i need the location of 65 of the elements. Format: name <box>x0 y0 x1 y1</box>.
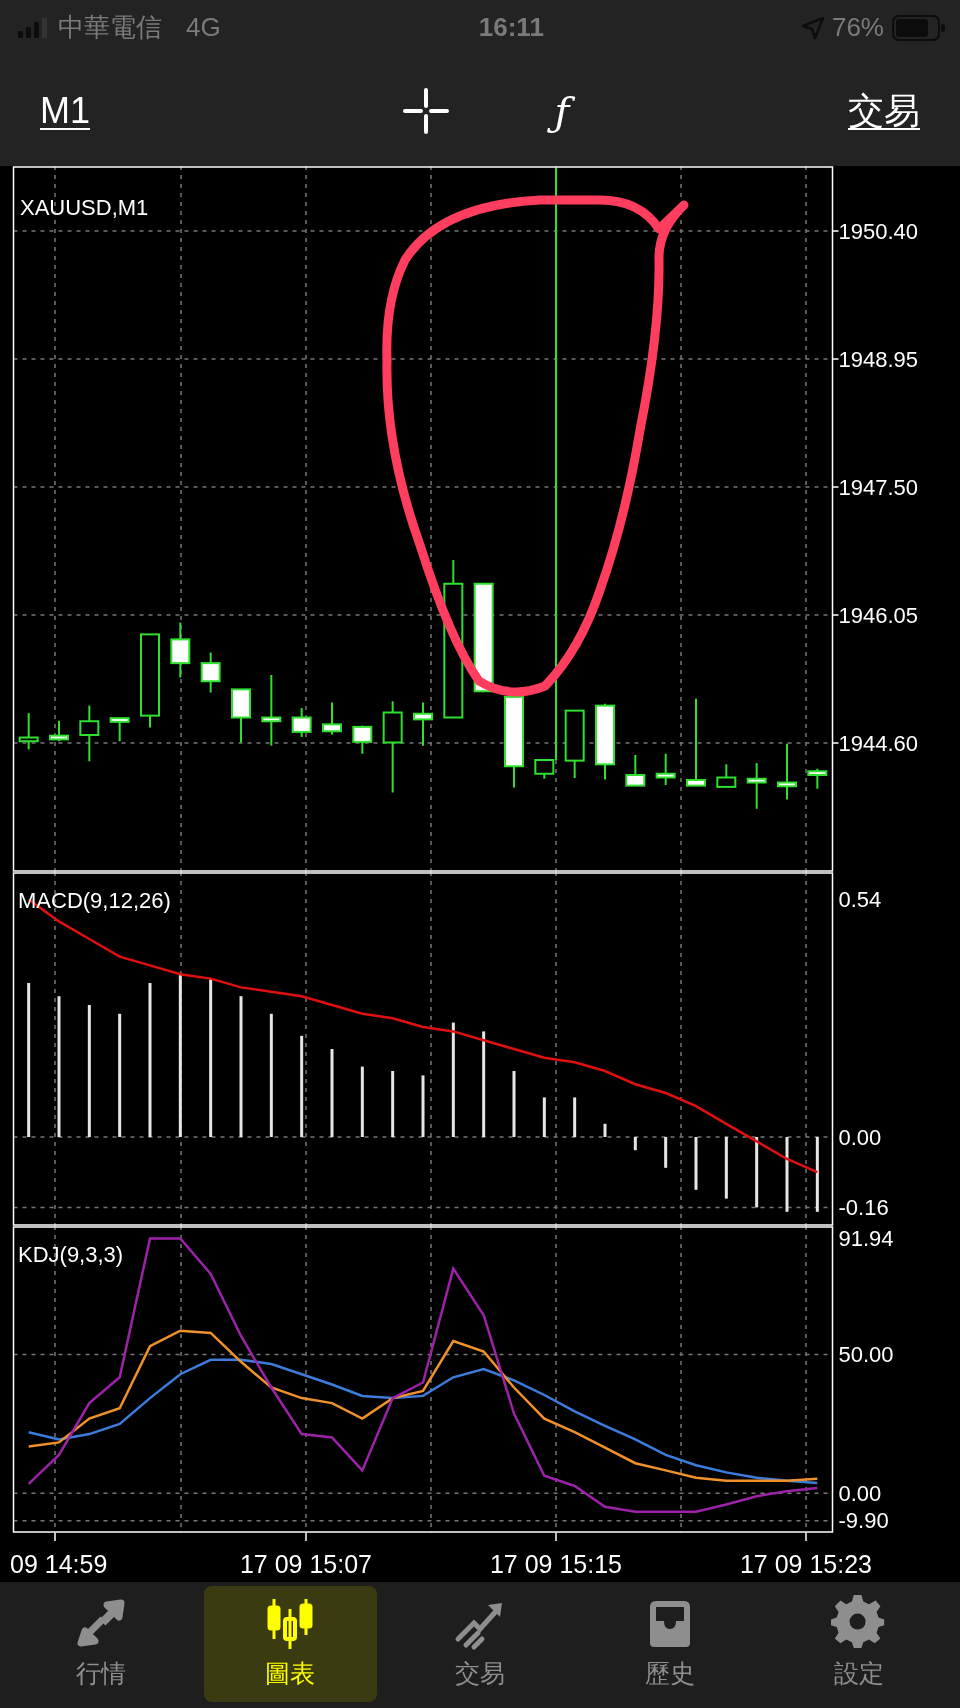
candlestick <box>170 621 191 679</box>
candlestick <box>322 701 342 736</box>
price-label: 1947.50 <box>838 475 919 500</box>
chart-title: KDJ(9,3,3) <box>18 1242 124 1267</box>
time-label: 09 14:59 <box>10 1550 108 1578</box>
time-label: 17 09 15:15 <box>489 1550 623 1578</box>
indicator-button[interactable]: ƒ <box>548 80 576 141</box>
location-icon <box>801 16 824 39</box>
histogram-bar <box>542 1097 546 1137</box>
time-label: 17 09 15:07 <box>239 1550 373 1578</box>
price-label: 1946.05 <box>838 603 919 628</box>
time-label: 17 09 15:23 <box>739 1550 873 1578</box>
axis-label: 0.00 <box>838 1480 882 1506</box>
tab-item[interactable]: 行情 <box>14 1586 188 1702</box>
histogram-bar <box>391 1071 395 1137</box>
histogram-bar <box>755 1137 759 1208</box>
histogram-bar <box>694 1137 698 1190</box>
trade-link[interactable]: 交易 <box>848 83 920 138</box>
histogram-bar <box>664 1137 668 1168</box>
candlestick <box>49 719 69 743</box>
price-label: 1950.40 <box>838 219 919 244</box>
battery-percent: 76% <box>831 11 884 44</box>
price-label: 1948.95 <box>838 347 919 372</box>
histogram-bar <box>603 1123 607 1137</box>
timeframe-button[interactable]: M1 <box>40 83 90 138</box>
tab-item[interactable]: 設定 <box>772 1586 946 1702</box>
chart-title: XAUUSD,M1 <box>20 195 149 220</box>
axis-label: 50.00 <box>838 1342 894 1368</box>
candlestick <box>200 651 221 694</box>
candlestick <box>109 717 130 743</box>
candlestick <box>746 762 767 810</box>
candlestick <box>716 763 737 788</box>
histogram-bar <box>724 1137 728 1199</box>
axis-label: -9.90 <box>838 1508 889 1533</box>
candlestick <box>777 742 797 801</box>
candlestick <box>291 707 312 738</box>
clock-time: 16:11 <box>478 11 544 44</box>
tab-item[interactable]: 圖表 <box>203 1586 378 1702</box>
crosshair-icon[interactable] <box>402 87 449 134</box>
axis-label: 0.54 <box>838 886 882 912</box>
candlestick <box>352 724 373 755</box>
axis-label: 0.00 <box>838 1124 882 1150</box>
candlestick <box>413 701 433 747</box>
histogram-bar <box>633 1137 637 1151</box>
signal-icon <box>18 17 50 38</box>
carrier-name: 中華電信 <box>58 11 162 44</box>
tab-item[interactable]: 歷史 <box>582 1586 757 1702</box>
tab-item[interactable]: 交易 <box>393 1586 567 1702</box>
candlestick <box>18 712 39 751</box>
chart-title: MACD(9,12,26) <box>18 888 171 913</box>
axis-label: -0.16 <box>838 1194 889 1220</box>
price-label: 1944.60 <box>838 731 919 756</box>
candlestick <box>655 752 676 786</box>
histogram-bar <box>360 1066 364 1137</box>
axis-label: 91.94 <box>838 1226 894 1251</box>
histogram-bar <box>512 1071 516 1137</box>
histogram-bar <box>573 1097 577 1137</box>
candlestick <box>534 759 555 780</box>
candlestick <box>564 709 585 780</box>
histogram-bar <box>421 1075 425 1137</box>
candlestick <box>79 704 100 763</box>
candlestick <box>625 754 646 787</box>
candlestick <box>231 688 251 744</box>
candlestick <box>807 767 828 790</box>
network-type: 4G <box>186 11 221 44</box>
